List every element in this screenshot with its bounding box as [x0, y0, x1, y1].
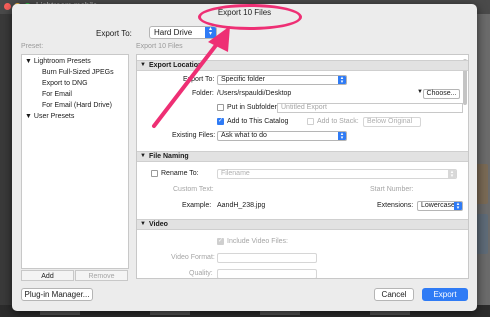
folder-label: Folder:	[192, 90, 214, 97]
export-destination-value: Hard Drive	[154, 28, 193, 37]
existing-files-select[interactable]: Ask what to do ▴ ▾	[217, 131, 347, 141]
preset-group-user[interactable]: ▼ User Presets	[25, 113, 74, 120]
updown-arrows-icon: ▴ ▾	[454, 202, 462, 211]
video-format-select[interactable]	[217, 253, 317, 263]
add-to-stack-label: Add to Stack:	[317, 118, 359, 125]
preset-item[interactable]: For Email	[42, 91, 72, 98]
preset-item[interactable]: Export to DNG	[42, 80, 88, 87]
include-video-checkbox[interactable]: ✓	[217, 238, 224, 245]
export-location-select[interactable]: Specific folder ▴ ▾	[217, 75, 347, 85]
preset-item[interactable]: Burn Full-Sized JPEGs	[42, 69, 114, 76]
preset-group-lightroom[interactable]: ▼ Lightroom Presets	[25, 58, 91, 65]
disclosure-open-icon: ▼	[25, 58, 32, 65]
add-preset-button[interactable]: Add	[21, 270, 74, 281]
custom-text-label: Custom Text:	[173, 186, 214, 193]
folder-path: /Users/rspauldi/Desktop	[217, 90, 292, 97]
updown-arrows-icon: ▴ ▾	[448, 170, 456, 179]
preset-item[interactable]: For Email (Hard Drive)	[42, 102, 112, 109]
video-quality-label: Quality:	[189, 270, 213, 277]
updown-arrows-icon: ▴ ▾	[338, 76, 346, 85]
stack-position-select[interactable]: Below Original	[363, 117, 421, 127]
existing-files-label: Existing Files:	[172, 132, 216, 139]
example-label: Example:	[182, 202, 212, 209]
rename-label: Rename To:	[161, 170, 199, 177]
export-to-label: Export To:	[96, 29, 132, 38]
disclosure-open-icon: ▼	[140, 62, 146, 68]
updown-arrows-icon: ▴ ▾	[205, 26, 216, 38]
remove-preset-button[interactable]: Remove	[75, 270, 128, 281]
subfolder-checkbox[interactable]	[217, 104, 224, 111]
add-to-catalog-checkbox[interactable]: ✓	[217, 118, 224, 125]
add-to-catalog-label: Add to This Catalog	[227, 118, 289, 125]
disclosure-open-icon: ▼	[140, 153, 146, 159]
disclosure-open-icon: ▼	[25, 113, 32, 120]
export-destination-select[interactable]: Hard Drive ▴ ▾	[149, 26, 217, 39]
video-format-label: Video Format:	[171, 254, 215, 261]
video-quality-select[interactable]	[217, 269, 317, 278]
plugin-manager-button[interactable]: Plug-in Manager...	[21, 288, 93, 301]
choose-folder-button[interactable]: Choose...	[423, 89, 460, 99]
export-to-label: Export To:	[183, 76, 215, 83]
section-video[interactable]: ▼ Video	[137, 219, 468, 230]
cancel-button[interactable]: Cancel	[374, 288, 414, 301]
disclosure-open-icon: ▼	[140, 221, 146, 227]
close-window-icon[interactable]	[4, 3, 11, 10]
settings-column-header: Export 10 Files	[136, 43, 183, 50]
include-video-label: Include Video Files:	[227, 238, 288, 245]
extensions-select[interactable]: Lowercase ▴ ▾	[417, 201, 463, 211]
start-number-label: Start Number:	[370, 186, 414, 193]
export-settings-panel: ▼ Export Location Export To: Specific fo…	[136, 54, 469, 279]
add-to-stack-checkbox[interactable]	[307, 118, 314, 125]
rename-template-select[interactable]: Filename ▴ ▾	[217, 169, 457, 179]
example-filename: AandH_238.jpg	[217, 202, 266, 209]
extensions-label: Extensions:	[377, 202, 414, 209]
subfolder-name-input[interactable]: Untitled Export	[277, 103, 463, 113]
export-button[interactable]: Export	[422, 288, 468, 301]
section-export-location[interactable]: ▼ Export Location	[137, 60, 468, 71]
export-dialog: Export 10 Files Export To: Hard Drive ▴ ▾…	[12, 4, 477, 311]
updown-arrows-icon: ▴ ▾	[338, 132, 346, 141]
subfolder-label: Put in Subfolder:	[227, 104, 279, 111]
rename-checkbox[interactable]	[151, 170, 158, 177]
preset-column-header: Preset:	[21, 43, 44, 50]
preset-list: ▼ Lightroom Presets Burn Full-Sized JPEG…	[21, 54, 129, 269]
section-file-naming[interactable]: ▼ File Naming	[137, 151, 468, 162]
